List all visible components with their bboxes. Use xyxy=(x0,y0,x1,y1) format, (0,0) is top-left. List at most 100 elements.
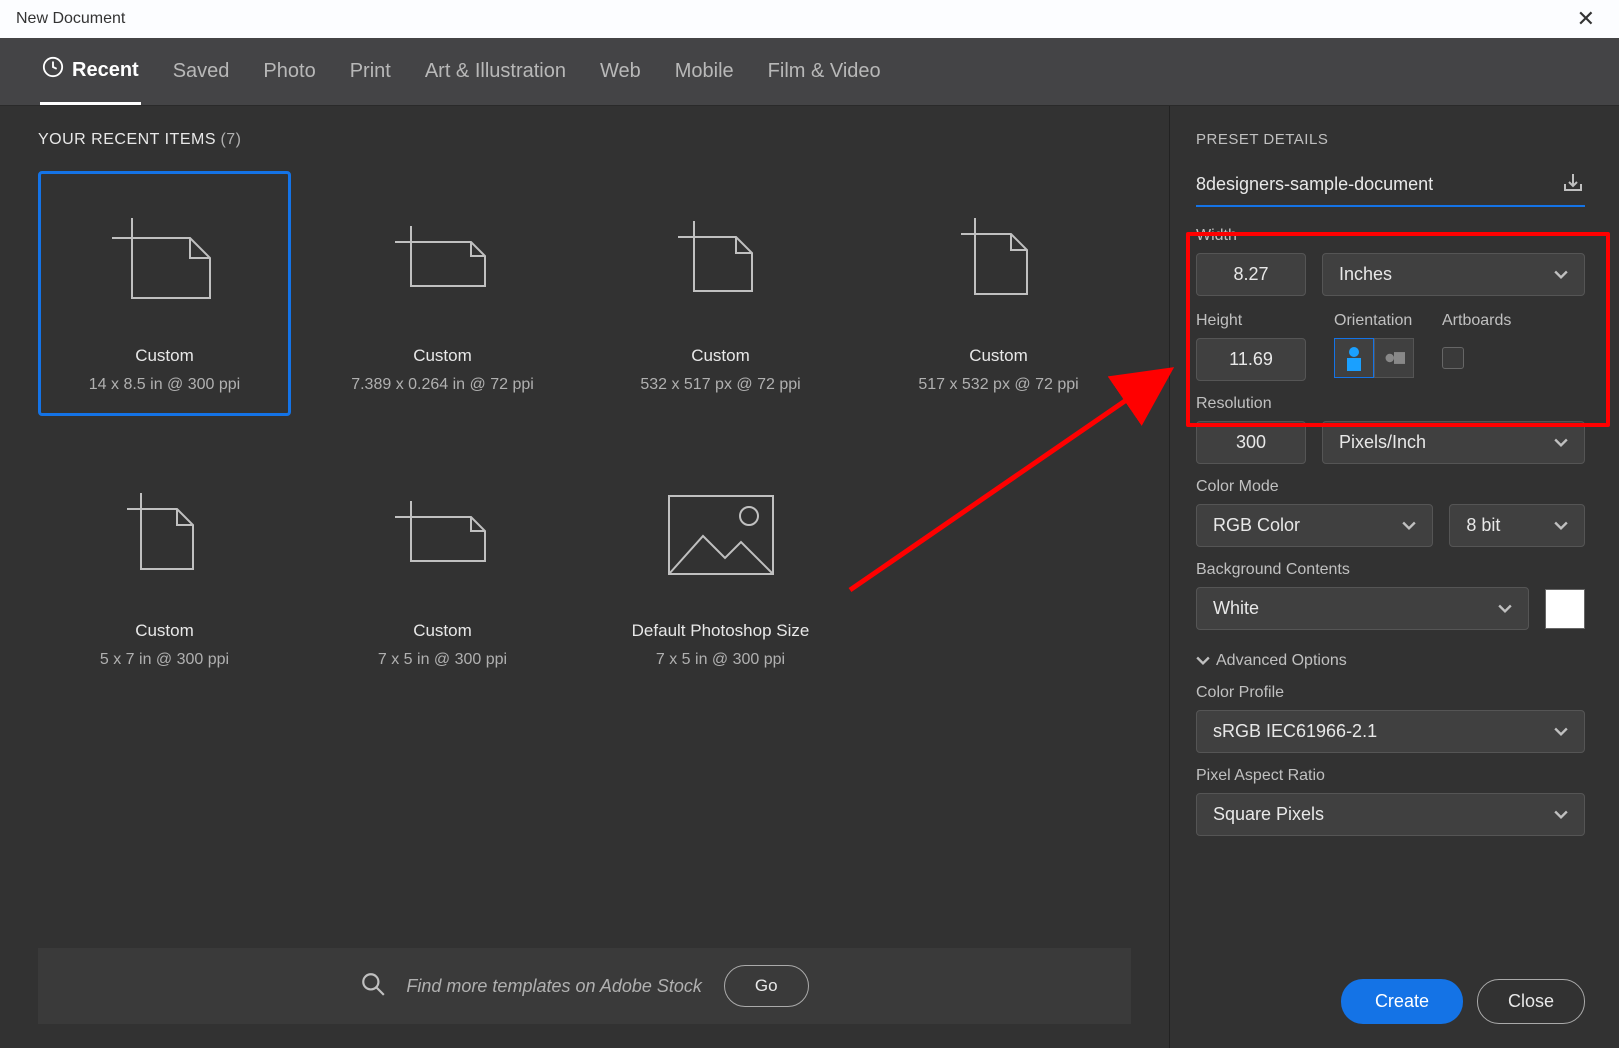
preset-card[interactable]: Custom 14 x 8.5 in @ 300 ppi xyxy=(38,171,291,416)
background-color-swatch[interactable] xyxy=(1545,589,1585,629)
preset-card[interactable]: Custom 7.389 x 0.264 in @ 72 ppi xyxy=(316,171,569,416)
preset-name: Custom xyxy=(413,346,472,366)
document-icon xyxy=(110,202,220,318)
height-input[interactable]: 11.69 xyxy=(1196,338,1306,381)
select-value: 8 bit xyxy=(1466,515,1500,536)
preset-card[interactable]: Custom 517 x 532 px @ 72 ppi xyxy=(872,171,1125,416)
preset-card[interactable]: Custom 532 x 517 px @ 72 ppi xyxy=(594,171,847,416)
preset-details-panel: PRESET DETAILS 8designers-sample-documen… xyxy=(1169,106,1619,1048)
chevron-down-icon xyxy=(1554,268,1568,282)
preset-card[interactable]: Custom 7 x 5 in @ 300 ppi xyxy=(316,446,569,691)
tab-label: Photo xyxy=(263,60,315,83)
select-value: Square Pixels xyxy=(1213,804,1324,825)
download-icon[interactable] xyxy=(1561,170,1585,199)
go-button[interactable]: Go xyxy=(724,965,809,1007)
titlebar: New Document ✕ xyxy=(0,0,1619,38)
section-count: (7) xyxy=(220,131,241,148)
tab-label: Web xyxy=(600,60,641,83)
preset-name: Custom xyxy=(691,346,750,366)
document-icon xyxy=(393,202,493,318)
chevron-down-icon xyxy=(1402,519,1416,533)
background-label: Background Contents xyxy=(1196,561,1585,579)
tab-web[interactable]: Web xyxy=(598,38,643,105)
preset-name: Custom xyxy=(135,346,194,366)
color-mode-label: Color Mode xyxy=(1196,478,1585,496)
tab-label: Recent xyxy=(72,59,139,82)
tab-recent[interactable]: Recent xyxy=(40,38,141,105)
orientation-label: Orientation xyxy=(1334,312,1414,330)
person-portrait-icon xyxy=(1343,345,1365,371)
chevron-down-icon xyxy=(1554,519,1568,533)
select-value: White xyxy=(1213,598,1259,619)
image-icon xyxy=(665,477,777,593)
pixel-aspect-ratio-select[interactable]: Square Pixels xyxy=(1196,793,1585,836)
preset-specs: 532 x 517 px @ 72 ppi xyxy=(640,376,800,394)
tab-mobile[interactable]: Mobile xyxy=(673,38,736,105)
tab-print[interactable]: Print xyxy=(348,38,393,105)
background-select[interactable]: White xyxy=(1196,587,1529,630)
preset-specs: 7.389 x 0.264 in @ 72 ppi xyxy=(351,376,534,394)
select-value: sRGB IEC61966-2.1 xyxy=(1213,721,1377,742)
color-profile-label: Color Profile xyxy=(1196,684,1585,702)
tab-label: Art & Illustration xyxy=(425,60,566,83)
category-tabs: Recent Saved Photo Print Art & Illustrat… xyxy=(0,38,1619,106)
select-value: Pixels/Inch xyxy=(1339,432,1426,453)
presets-grid: Custom 14 x 8.5 in @ 300 ppi Custom 7.38… xyxy=(38,171,1131,691)
orientation-portrait-button[interactable] xyxy=(1334,338,1374,378)
color-depth-select[interactable]: 8 bit xyxy=(1449,504,1585,547)
tab-photo[interactable]: Photo xyxy=(261,38,317,105)
preset-card[interactable]: Default Photoshop Size 7 x 5 in @ 300 pp… xyxy=(594,446,847,691)
artboards-label: Artboards xyxy=(1442,312,1511,330)
preset-name: Default Photoshop Size xyxy=(632,621,810,641)
height-label: Height xyxy=(1196,312,1306,330)
tab-film-video[interactable]: Film & Video xyxy=(766,38,883,105)
chevron-down-icon xyxy=(1498,602,1512,616)
window-title: New Document xyxy=(16,10,125,28)
width-input[interactable]: 8.27 xyxy=(1196,253,1306,296)
resolution-label: Resolution xyxy=(1196,395,1585,413)
preset-name: Custom xyxy=(969,346,1028,366)
close-icon[interactable]: ✕ xyxy=(1569,6,1603,32)
chevron-down-icon xyxy=(1554,725,1568,739)
color-profile-select[interactable]: sRGB IEC61966-2.1 xyxy=(1196,710,1585,753)
artboards-checkbox[interactable] xyxy=(1442,347,1464,369)
select-value: Inches xyxy=(1339,264,1392,285)
preset-specs: 5 x 7 in @ 300 ppi xyxy=(100,651,229,669)
advanced-options-label: Advanced Options xyxy=(1216,652,1347,670)
left-panel: YOUR RECENT ITEMS (7) Custom 14 x 8.5 in… xyxy=(0,106,1169,1048)
person-landscape-icon xyxy=(1383,345,1405,371)
preset-specs: 14 x 8.5 in @ 300 ppi xyxy=(89,376,240,394)
document-icon xyxy=(125,477,205,593)
chevron-down-icon xyxy=(1554,436,1568,450)
clock-icon xyxy=(42,56,64,84)
tab-label: Film & Video xyxy=(768,60,881,83)
preset-specs: 517 x 532 px @ 72 ppi xyxy=(918,376,1078,394)
chevron-down-icon xyxy=(1196,654,1210,668)
advanced-options-toggle[interactable]: Advanced Options xyxy=(1196,652,1585,670)
preset-name: Custom xyxy=(135,621,194,641)
resolution-units-select[interactable]: Pixels/Inch xyxy=(1322,421,1585,464)
tab-art-illustration[interactable]: Art & Illustration xyxy=(423,38,568,105)
color-mode-select[interactable]: RGB Color xyxy=(1196,504,1433,547)
chevron-down-icon xyxy=(1554,808,1568,822)
tab-saved[interactable]: Saved xyxy=(171,38,232,105)
tab-label: Print xyxy=(350,60,391,83)
tab-label: Mobile xyxy=(675,60,734,83)
preset-name: Custom xyxy=(413,621,472,641)
width-label: Width xyxy=(1196,227,1585,245)
section-title: YOUR RECENT ITEMS xyxy=(38,131,216,148)
preset-name-field[interactable]: 8designers-sample-document xyxy=(1196,174,1433,195)
resolution-input[interactable]: 300 xyxy=(1196,421,1306,464)
preset-specs: 7 x 5 in @ 300 ppi xyxy=(378,651,507,669)
create-button[interactable]: Create xyxy=(1341,979,1463,1024)
preset-card[interactable]: Custom 5 x 7 in @ 300 ppi xyxy=(38,446,291,691)
search-icon xyxy=(360,971,386,1002)
document-icon xyxy=(393,477,493,593)
units-select[interactable]: Inches xyxy=(1322,253,1585,296)
preset-specs: 7 x 5 in @ 300 ppi xyxy=(656,651,785,669)
orientation-landscape-button[interactable] xyxy=(1374,338,1414,378)
select-value: RGB Color xyxy=(1213,515,1300,536)
search-bar: Find more templates on Adobe Stock Go xyxy=(38,948,1131,1024)
close-button[interactable]: Close xyxy=(1477,979,1585,1024)
search-input[interactable]: Find more templates on Adobe Stock xyxy=(406,976,702,997)
